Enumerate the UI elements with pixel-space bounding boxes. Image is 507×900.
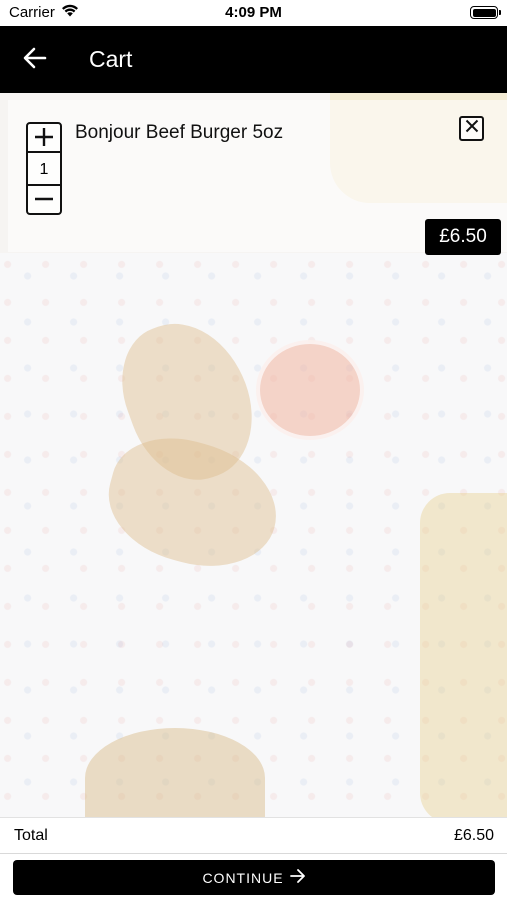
battery-icon (470, 6, 501, 19)
total-value: £6.50 (453, 827, 494, 844)
cart-item-name: Bonjour Beef Burger 5oz (75, 122, 284, 143)
minus-icon (34, 187, 54, 213)
close-icon (465, 119, 479, 138)
continue-label: CONTINUE (202, 869, 284, 886)
total-row: Total £6.50 (0, 819, 507, 854)
remove-item-button[interactable] (459, 116, 484, 141)
decrement-button[interactable] (28, 184, 60, 213)
increment-button[interactable] (28, 124, 60, 153)
back-button[interactable] (20, 46, 50, 74)
quantity-value: 1 (39, 160, 49, 178)
status-time: 4:09 PM (225, 4, 282, 21)
plus-icon (34, 125, 54, 151)
app-header: Cart (0, 26, 507, 93)
arrow-left-icon (23, 47, 47, 74)
continue-button[interactable]: CONTINUE (13, 860, 495, 895)
total-label: Total (14, 827, 48, 844)
arrow-right-icon (289, 869, 306, 886)
status-bar: Carrier 4:09 PM (0, 0, 507, 26)
item-price-badge: £6.50 (425, 219, 501, 255)
quantity-stepper: 1 (26, 122, 62, 215)
page-title: Cart (89, 46, 133, 72)
